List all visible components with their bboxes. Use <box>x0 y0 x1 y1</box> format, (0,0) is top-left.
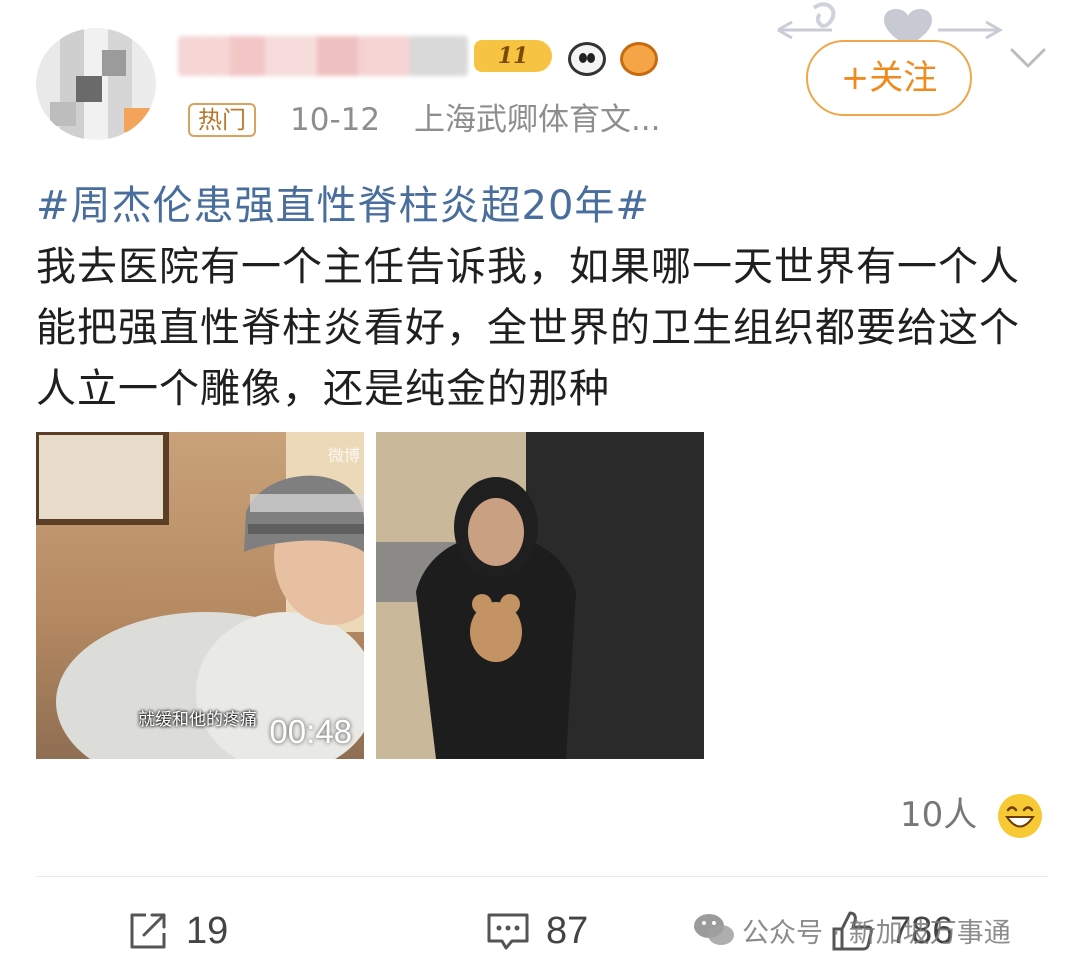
post-source[interactable]: 上海武卿体育文... <box>414 102 661 138</box>
chevron-down-icon[interactable] <box>1006 40 1050 76</box>
video-subtitle: 就缓和他的疼痛 <box>138 710 257 730</box>
weibo-watermark: 微博 <box>327 446 360 465</box>
post-meta: 10-12 上海武卿体育文... <box>290 100 661 140</box>
post-text: 我去医院有一个主任告诉我，如果哪一天世界有一个人能把强直性脊柱炎看好，全世界的卫… <box>36 244 1020 412</box>
wechat-watermark: 公众号 · 新加坡万事通 <box>692 908 1011 952</box>
avatar[interactable] <box>36 28 156 140</box>
post-body: #周杰伦患强直性脊柱炎超20年# 我去医院有一个主任告诉我，如果哪一天世界有一个… <box>36 176 1048 420</box>
watermark-text: 公众号 · 新加坡万事通 <box>742 917 1011 949</box>
repost-button[interactable]: 19 <box>124 905 228 957</box>
tiger-badge-icon <box>620 42 658 76</box>
follow-button[interactable]: +关注 <box>806 40 972 116</box>
comment-button[interactable]: 87 <box>484 905 588 957</box>
grin-emoji-icon[interactable] <box>996 792 1044 840</box>
hot-badge: 热门 <box>188 103 256 137</box>
username[interactable] <box>178 36 468 76</box>
repost-icon <box>130 913 166 949</box>
video-duration: 00:48 <box>269 713 352 750</box>
divider <box>36 876 1048 877</box>
video-thumbnail[interactable]: 微博 就缓和他的疼痛 00:48 <box>36 432 364 759</box>
comment-icon <box>487 913 529 950</box>
comment-count: 87 <box>546 909 589 952</box>
photo-thumbnail[interactable] <box>376 432 704 759</box>
level-badge: 11 <box>474 40 552 72</box>
repost-count: 19 <box>186 909 229 952</box>
reaction-count[interactable]: 10人 <box>900 793 977 837</box>
photo-art <box>376 432 704 759</box>
wechat-icon <box>694 914 734 945</box>
panda-badge-icon <box>568 42 606 76</box>
post-date: 10-12 <box>290 102 381 138</box>
hashtag-link[interactable]: #周杰伦患强直性脊柱炎超20年# <box>36 176 1048 237</box>
